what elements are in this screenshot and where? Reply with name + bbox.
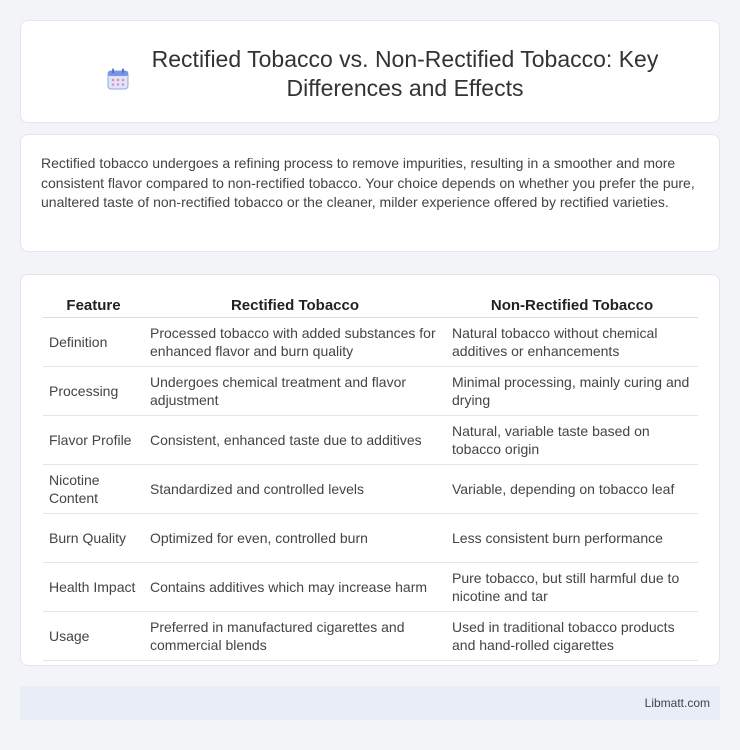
table-row: Health Impact Contains additives which m…: [43, 563, 698, 612]
page-title: Rectified Tobacco vs. Non-Rectified Toba…: [151, 46, 659, 101]
footer-site-link[interactable]: Libmatt.com: [645, 696, 710, 710]
rectified-cell: Processed tobacco with added substances …: [144, 318, 446, 367]
comparison-card: Feature Rectified Tobacco Non-Rectified …: [20, 274, 720, 666]
non-rectified-cell: Variable, depending on tobacco leaf: [446, 465, 698, 514]
table-row: Definition Processed tobacco with added …: [43, 318, 698, 367]
intro-paragraph: Rectified tobacco undergoes a refining p…: [41, 155, 695, 210]
rectified-cell: Contains additives which may increase ha…: [144, 563, 446, 612]
feature-cell: Burn Quality: [43, 514, 144, 563]
comparison-table: Feature Rectified Tobacco Non-Rectified …: [43, 294, 698, 661]
feature-cell: Nicotine Content: [43, 465, 144, 514]
rectified-cell: Optimized for even, controlled burn: [144, 514, 446, 563]
rectified-cell: Undergoes chemical treatment and flavor …: [144, 367, 446, 416]
column-header-non-rectified: Non-Rectified Tobacco: [446, 294, 698, 318]
table-row: Flavor Profile Consistent, enhanced tast…: [43, 416, 698, 465]
feature-cell: Usage: [43, 612, 144, 661]
feature-cell: Flavor Profile: [43, 416, 144, 465]
calendar-icon: [107, 68, 129, 90]
non-rectified-cell: Minimal processing, mainly curing and dr…: [446, 367, 698, 416]
non-rectified-cell: Used in traditional tobacco products and…: [446, 612, 698, 661]
title-card: Rectified Tobacco vs. Non-Rectified Toba…: [20, 20, 720, 123]
feature-cell: Definition: [43, 318, 144, 367]
non-rectified-cell: Less consistent burn performance: [446, 514, 698, 563]
column-header-feature: Feature: [43, 294, 144, 318]
non-rectified-cell: Pure tobacco, but still harmful due to n…: [446, 563, 698, 612]
non-rectified-cell: Natural, variable taste based on tobacco…: [446, 416, 698, 465]
table-row: Burn Quality Optimized for even, control…: [43, 514, 698, 563]
table-row: Nicotine Content Standardized and contro…: [43, 465, 698, 514]
rectified-cell: Consistent, enhanced taste due to additi…: [144, 416, 446, 465]
column-header-rectified: Rectified Tobacco: [144, 294, 446, 318]
intro-card: Rectified tobacco undergoes a refining p…: [20, 134, 720, 252]
footer-bar: Libmatt.com: [20, 686, 720, 720]
table-header-row: Feature Rectified Tobacco Non-Rectified …: [43, 294, 698, 318]
table-row: Processing Undergoes chemical treatment …: [43, 367, 698, 416]
rectified-cell: Standardized and controlled levels: [144, 465, 446, 514]
feature-cell: Health Impact: [43, 563, 144, 612]
feature-cell: Processing: [43, 367, 144, 416]
table-row: Usage Preferred in manufactured cigarett…: [43, 612, 698, 661]
non-rectified-cell: Natural tobacco without chemical additiv…: [446, 318, 698, 367]
rectified-cell: Preferred in manufactured cigarettes and…: [144, 612, 446, 661]
